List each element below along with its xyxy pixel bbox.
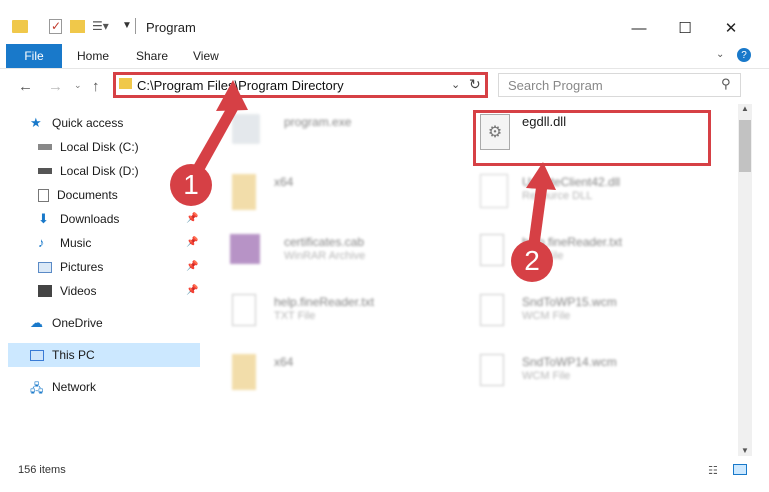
arrow-2-head [526,162,556,190]
annotation-arrows [191,80,556,256]
step-badge-2: 2 [511,240,553,282]
step-badge-1: 1 [170,164,212,206]
arrow-1-head [216,80,248,111]
